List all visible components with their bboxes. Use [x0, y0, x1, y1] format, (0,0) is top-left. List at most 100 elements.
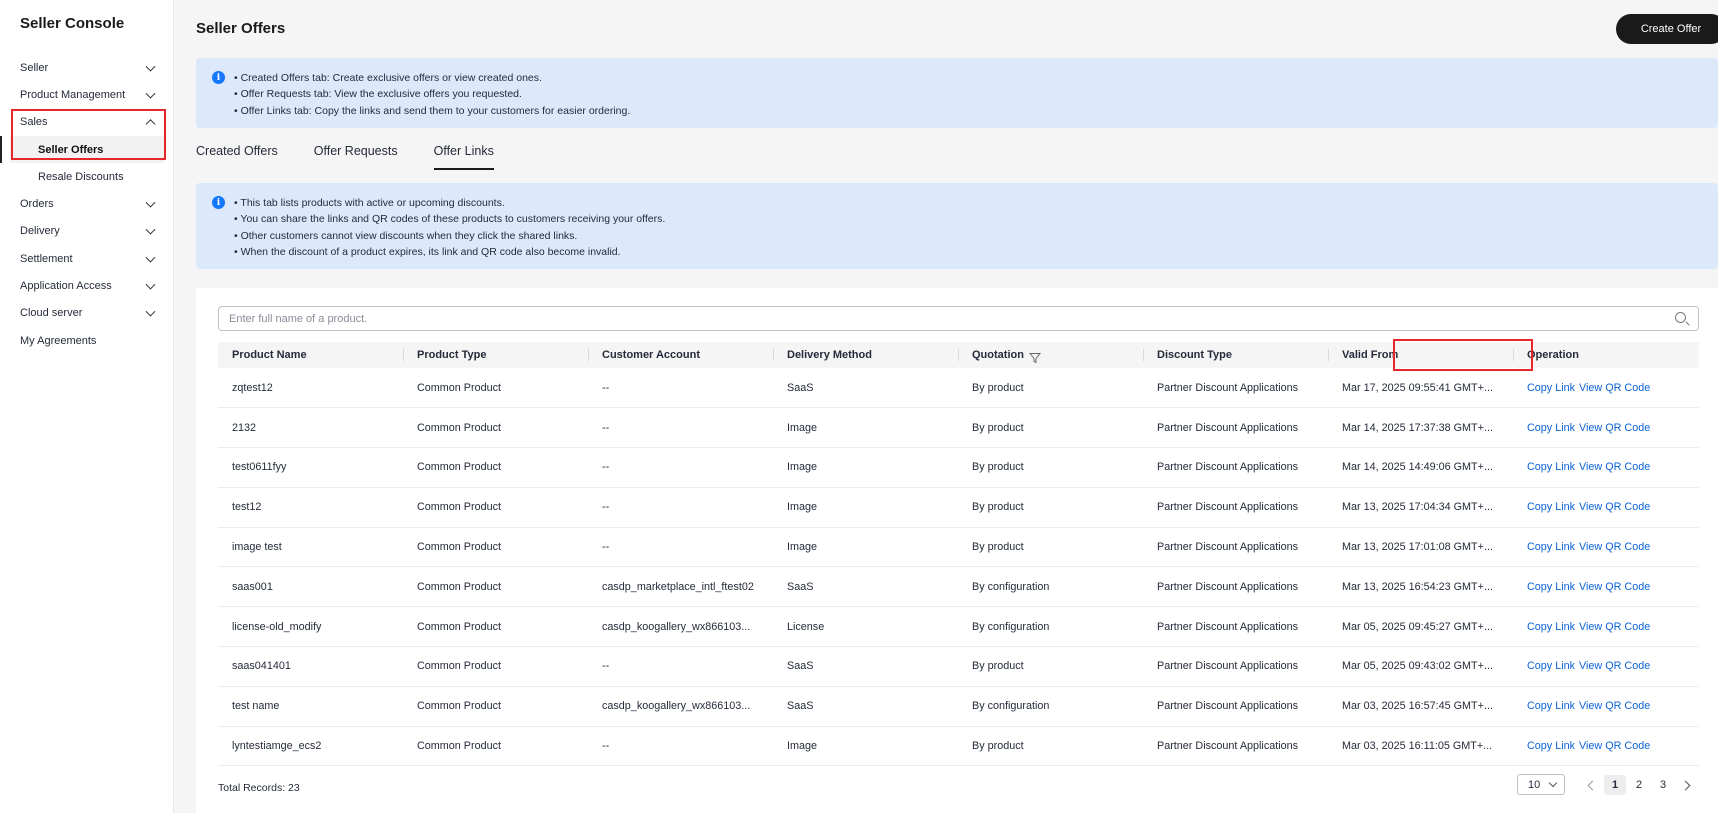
table-row: test name Common Product casdp_koogallery_… [218, 686, 1699, 727]
table-cell: Common Product [403, 726, 588, 767]
table-cell: By configuration [958, 606, 1143, 648]
view-qr-code-button[interactable]: View QR Code [1579, 700, 1650, 712]
table-cell: Mar 17, 2025 09:55:41 GMT+... [1328, 368, 1513, 409]
sidebar-item-cloud-server[interactable]: Cloud server [0, 300, 174, 327]
info-line: • Other customers cannot view discounts … [234, 229, 578, 242]
table-cell: Partner Discount Applications [1143, 527, 1328, 568]
view-qr-code-button[interactable]: View QR Code [1579, 581, 1650, 593]
info-line: • Offer Requests tab: View the exclusive… [234, 88, 522, 101]
sidebar-item-label: Settlement [20, 252, 73, 265]
table-cell: Common Product [403, 566, 588, 608]
view-qr-code-button[interactable]: View QR Code [1579, 621, 1650, 633]
sidebar-item-label: Resale Discounts [38, 170, 124, 183]
search-input[interactable] [229, 312, 1629, 325]
sidebar-item-seller-offers[interactable]: Seller Offers [0, 135, 164, 164]
page-number[interactable]: 3 [1652, 775, 1674, 795]
tab-bar: Created Offers Offer Requests Offer Link… [196, 144, 530, 172]
table-cell: casdp_marketplace_intl_ftest02 [588, 566, 773, 608]
copy-link-button[interactable]: Copy Link [1527, 700, 1575, 712]
view-qr-code-button[interactable]: View QR Code [1579, 541, 1650, 553]
sidebar: Seller Console Seller Product Management… [0, 0, 174, 813]
chevron-down-icon [145, 225, 156, 235]
search-icon[interactable] [1675, 312, 1686, 323]
table-cell: Partner Discount Applications [1143, 447, 1328, 488]
table-row: lyntestiamge_ecs2 Common Product -- Image By… [218, 726, 1699, 767]
table-cell: Mar 05, 2025 09:45:27 GMT+... [1328, 606, 1513, 648]
info-lines: • This tab lists products with active or… [234, 195, 665, 260]
table-row: 2132 Common Product -- Image By product Partn… [218, 407, 1699, 449]
copy-link-button[interactable]: Copy Link [1527, 660, 1575, 672]
copy-link-button[interactable]: Copy Link [1527, 541, 1575, 553]
table-cell: lyntestiamge_ecs2 [218, 726, 403, 767]
pagination: 10 1 2 3 [1517, 774, 1699, 795]
table-cell: By product [958, 447, 1143, 488]
table-cell: Image [773, 407, 958, 449]
page-number[interactable]: 2 [1628, 775, 1650, 795]
view-qr-code-button[interactable]: View QR Code [1579, 461, 1650, 473]
sidebar-item-product-management[interactable]: Product Management [0, 81, 174, 108]
chevron-down-icon [145, 279, 156, 290]
chevron-down-icon [145, 252, 156, 263]
prev-page-icon[interactable] [1584, 778, 1598, 792]
copy-link-button[interactable]: Copy Link [1527, 382, 1575, 394]
operation-cell: Copy Link View QR Code [1513, 447, 1699, 488]
table-cell: -- [588, 368, 773, 409]
sidebar-item-settlement[interactable]: Settlement [0, 245, 174, 272]
page-size-value: 10 [1528, 778, 1541, 791]
table-row: test0611fyy Common Product -- Image By produ… [218, 447, 1699, 488]
operation-cell: Copy Link View QR Code [1513, 606, 1699, 648]
table-cell: Mar 13, 2025 17:04:34 GMT+... [1328, 487, 1513, 528]
table-cell: SaaS [773, 566, 958, 608]
view-qr-code-button[interactable]: View QR Code [1579, 382, 1650, 394]
page-number[interactable]: 1 [1604, 774, 1626, 795]
table-cell: Image [773, 447, 958, 488]
copy-link-button[interactable]: Copy Link [1527, 461, 1575, 473]
copy-link-button[interactable]: Copy Link [1527, 740, 1575, 752]
tab-offer-links[interactable]: Offer Links [433, 144, 495, 170]
sidebar-item-seller[interactable]: Seller [0, 54, 174, 81]
column-header: Customer Account [588, 342, 773, 368]
next-page-icon[interactable] [1680, 778, 1694, 792]
table-cell: Image [773, 726, 958, 767]
table-cell: Partner Discount Applications [1143, 407, 1328, 449]
table-cell: Common Product [403, 368, 588, 409]
view-qr-code-button[interactable]: View QR Code [1579, 740, 1650, 752]
sidebar-item-sales[interactable]: Sales [0, 109, 174, 136]
sidebar-item-application-access[interactable]: Application Access [0, 272, 174, 299]
copy-link-button[interactable]: Copy Link [1527, 621, 1575, 633]
copy-link-button[interactable]: Copy Link [1527, 581, 1575, 593]
main-content: Seller Offers Create Offer i • Created O… [175, 0, 1718, 813]
info-icon: i [212, 196, 225, 209]
operation-cell: Copy Link View QR Code [1513, 368, 1699, 409]
sidebar-item-my-agreements[interactable]: My Agreements [0, 327, 174, 354]
table-cell: SaaS [773, 686, 958, 727]
table-cell: -- [588, 646, 773, 687]
table-cell: Partner Discount Applications [1143, 606, 1328, 648]
sidebar-nav: Seller Product Management Sales Seller O… [0, 54, 174, 354]
tab-offer-requests[interactable]: Offer Requests [314, 144, 398, 170]
table-cell: Partner Discount Applications [1143, 368, 1328, 409]
table-cell: -- [588, 527, 773, 568]
tab-created-offers[interactable]: Created Offers [196, 144, 278, 170]
sidebar-item-orders[interactable]: Orders [0, 190, 174, 217]
view-qr-code-button[interactable]: View QR Code [1579, 422, 1650, 434]
copy-link-button[interactable]: Copy Link [1527, 501, 1575, 513]
table-cell: By product [958, 407, 1143, 449]
filter-icon[interactable] [1028, 353, 1041, 364]
page-size-select[interactable]: 10 [1517, 774, 1565, 795]
create-offer-button[interactable]: Create Offer [1616, 14, 1718, 44]
sidebar-item-delivery[interactable]: Delivery [0, 218, 174, 245]
info-icon: i [212, 71, 225, 84]
column-header: Product Type [403, 342, 588, 368]
chevron-down-icon [145, 197, 156, 208]
table-cell: Image [773, 487, 958, 528]
table-cell: test0611fyy [218, 447, 403, 488]
table-cell: Partner Discount Applications [1143, 646, 1328, 687]
view-qr-code-button[interactable]: View QR Code [1579, 660, 1650, 672]
sidebar-item-resale-discounts[interactable]: Resale Discounts [0, 163, 174, 190]
column-header: Operation [1513, 342, 1699, 368]
copy-link-button[interactable]: Copy Link [1527, 422, 1575, 434]
table-cell: Partner Discount Applications [1143, 686, 1328, 727]
table-cell: casdp_koogallery_wx866103... [588, 606, 773, 648]
view-qr-code-button[interactable]: View QR Code [1579, 501, 1650, 513]
